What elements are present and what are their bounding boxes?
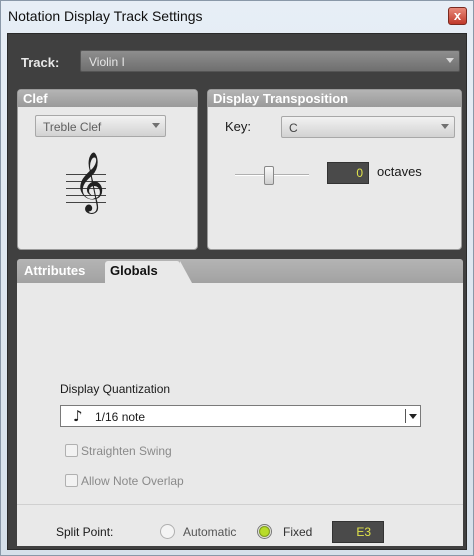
track-label: Track: bbox=[21, 55, 60, 70]
window-title: Notation Display Track Settings bbox=[8, 8, 203, 24]
fixed-radio[interactable] bbox=[257, 524, 272, 539]
chevron-down-icon bbox=[409, 414, 417, 419]
dialog-body: Track: Violin I Clef Treble Clef 𝄞 Displ… bbox=[7, 33, 467, 550]
checkbox-box[interactable] bbox=[65, 474, 78, 487]
display-quantization-select[interactable]: ♪ 1/16 note bbox=[60, 405, 421, 427]
chevron-down-icon bbox=[152, 123, 160, 128]
key-label: Key: bbox=[225, 119, 252, 134]
clef-heading: Clef bbox=[18, 90, 197, 107]
track-select-value: Violin I bbox=[89, 55, 125, 69]
section-divider bbox=[17, 504, 463, 505]
tab-globals[interactable]: Globals bbox=[105, 261, 192, 283]
tab-strip: Attributes Globals bbox=[17, 259, 463, 283]
octave-slider-thumb[interactable] bbox=[264, 166, 274, 185]
close-button[interactable]: x bbox=[448, 7, 467, 25]
chevron-down-icon bbox=[446, 58, 454, 63]
track-select[interactable]: Violin I bbox=[80, 50, 460, 72]
chevron-down-icon bbox=[441, 124, 449, 129]
key-select-value: C bbox=[289, 121, 298, 135]
straighten-swing-label: Straighten Swing bbox=[81, 444, 172, 458]
straighten-swing-checkbox[interactable]: Straighten Swing bbox=[65, 444, 172, 458]
split-point-field[interactable]: E3 bbox=[332, 521, 384, 543]
tab-area: Attributes Globals Display Quantization … bbox=[17, 259, 463, 546]
tab-attributes[interactable]: Attributes bbox=[19, 261, 90, 283]
quantization-value: 1/16 note bbox=[95, 410, 146, 424]
fixed-label: Fixed bbox=[283, 525, 313, 539]
select-divider bbox=[405, 409, 406, 423]
track-row: Track: Violin I bbox=[8, 34, 466, 86]
allow-note-overlap-checkbox[interactable]: Allow Note Overlap bbox=[65, 474, 184, 488]
clef-select[interactable]: Treble Clef bbox=[35, 115, 166, 137]
settings-window: Notation Display Track Settings x Track:… bbox=[0, 0, 474, 556]
octaves-field[interactable]: 0 bbox=[327, 162, 369, 184]
checkbox-box[interactable] bbox=[65, 444, 78, 457]
eighth-note-icon: ♪ bbox=[73, 407, 83, 425]
clef-select-value: Treble Clef bbox=[43, 120, 102, 134]
octaves-label: octaves bbox=[377, 164, 422, 179]
display-transposition-panel: Display Transposition Key: C 0 octaves bbox=[207, 89, 462, 250]
split-point-label: Split Point: bbox=[56, 525, 114, 539]
transposition-heading: Display Transposition bbox=[208, 90, 461, 107]
treble-clef-icon: 𝄞 bbox=[66, 152, 106, 212]
title-bar[interactable]: Notation Display Track Settings x bbox=[1, 1, 473, 31]
key-select[interactable]: C bbox=[281, 116, 455, 138]
clef-panel: Clef Treble Clef 𝄞 bbox=[17, 89, 198, 250]
automatic-label: Automatic bbox=[183, 525, 237, 539]
automatic-radio[interactable] bbox=[160, 524, 175, 539]
allow-note-overlap-label: Allow Note Overlap bbox=[81, 474, 184, 488]
clef-glyph: 𝄞 bbox=[74, 152, 105, 212]
display-quantization-label: Display Quantization bbox=[60, 382, 171, 396]
globals-tab-content: Display Quantization ♪ 1/16 note Straigh… bbox=[17, 283, 463, 546]
